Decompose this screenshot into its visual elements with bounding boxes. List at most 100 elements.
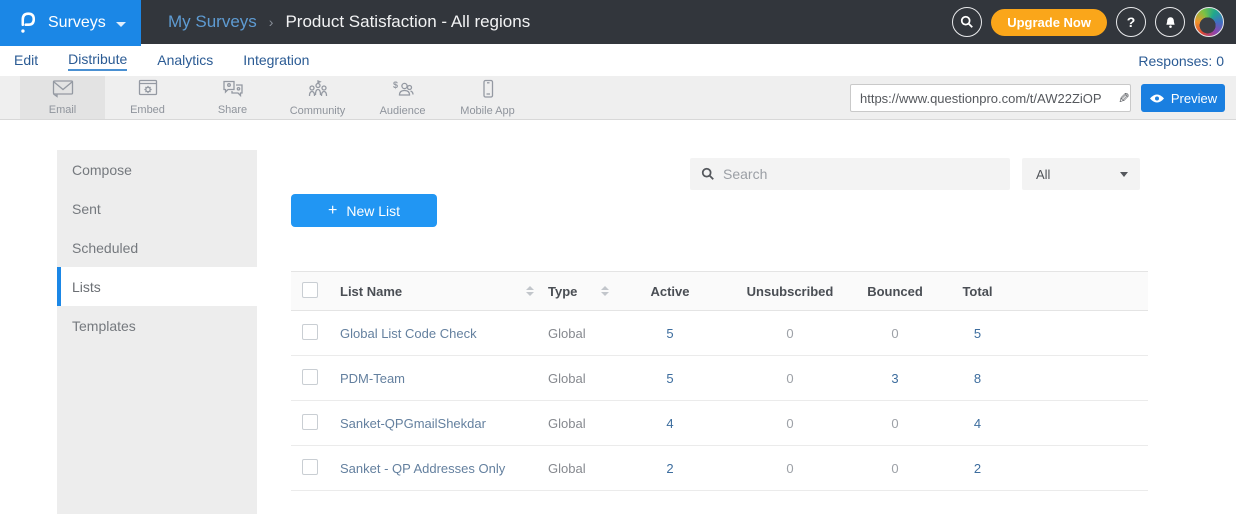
unsubscribed-count: 0: [725, 326, 855, 341]
lists-table: List Name Type Active Unsubscribed Bounc…: [291, 271, 1148, 491]
eye-icon: [1149, 93, 1165, 104]
bounced-count: 0: [855, 461, 935, 476]
channel-audience[interactable]: $ Audience: [360, 76, 445, 119]
col-total: Total: [935, 284, 1020, 299]
total-count[interactable]: 2: [935, 461, 1020, 476]
list-type: Global: [548, 326, 586, 341]
share-icon: [221, 79, 245, 103]
topbar-actions: Upgrade Now ?: [952, 0, 1224, 44]
bounced-count: 0: [855, 416, 935, 431]
total-count[interactable]: 4: [935, 416, 1020, 431]
col-active: Active: [615, 284, 725, 299]
sidebar-item-scheduled[interactable]: Scheduled: [57, 228, 257, 267]
channel-label: Embed: [130, 104, 165, 116]
channel-label: Email: [49, 104, 77, 116]
email-sidebar: Compose Sent Scheduled Lists Templates: [57, 150, 257, 514]
tab-analytics[interactable]: Analytics: [157, 52, 213, 70]
channel-share[interactable]: Share: [190, 76, 275, 119]
row-checkbox[interactable]: [302, 414, 318, 430]
tab-integration[interactable]: Integration: [243, 52, 309, 70]
list-name-link[interactable]: Sanket-QPGmailShekdar: [340, 416, 486, 431]
sidebar-item-lists[interactable]: Lists: [57, 267, 257, 306]
col-bounced: Bounced: [855, 284, 935, 299]
filter-value: All: [1036, 167, 1050, 182]
breadcrumb: My Surveys › Product Satisfaction - All …: [168, 0, 530, 44]
list-type: Global: [548, 416, 586, 431]
bounced-count: 0: [855, 326, 935, 341]
distribute-toolbar: Email Embed Share Community $ Audience: [0, 76, 1236, 120]
table-row: Global List Code Check Global 5 0 0 5: [291, 311, 1148, 356]
col-unsubscribed: Unsubscribed: [725, 284, 855, 299]
user-avatar[interactable]: [1194, 7, 1224, 37]
total-count[interactable]: 8: [935, 371, 1020, 386]
channel-mobile-app[interactable]: Mobile App: [445, 76, 530, 119]
edit-url-pencil-icon[interactable]: ✎: [1110, 90, 1130, 107]
sidebar-item-templates[interactable]: Templates: [57, 306, 257, 345]
active-count[interactable]: 5: [615, 371, 725, 386]
tab-distribute[interactable]: Distribute: [68, 51, 127, 71]
channel-label: Audience: [380, 105, 426, 117]
page-title: Product Satisfaction - All regions: [285, 12, 530, 32]
topbar: My Surveys › Product Satisfaction - All …: [0, 0, 1236, 44]
questionpro-logo-icon: [16, 9, 38, 37]
channel-label: Community: [290, 105, 346, 117]
sidebar-item-compose[interactable]: Compose: [57, 150, 257, 189]
unsubscribed-count: 0: [725, 461, 855, 476]
table-row: Sanket - QP Addresses Only Global 2 0 0 …: [291, 446, 1148, 491]
list-name-link[interactable]: Sanket - QP Addresses Only: [340, 461, 505, 476]
col-type: Type: [548, 284, 577, 299]
list-name-link[interactable]: Global List Code Check: [340, 326, 477, 341]
responses-count[interactable]: Responses: 0: [1138, 46, 1224, 76]
brand-surveys-menu[interactable]: Surveys: [0, 0, 141, 46]
new-list-label: New List: [346, 203, 400, 219]
channel-list: Email Embed Share Community $ Audience: [20, 76, 530, 119]
channel-community[interactable]: Community: [275, 76, 360, 119]
breadcrumb-separator-icon: ›: [269, 14, 274, 30]
row-checkbox[interactable]: [302, 369, 318, 385]
preview-label: Preview: [1171, 91, 1217, 106]
svg-text:$: $: [393, 80, 398, 90]
plus-icon: +: [328, 202, 337, 220]
search-icon: [701, 167, 715, 181]
active-count[interactable]: 5: [615, 326, 725, 341]
brand-label: Surveys: [48, 14, 106, 32]
table-row: PDM-Team Global 5 0 3 8: [291, 356, 1148, 401]
filter-dropdown[interactable]: All: [1022, 158, 1140, 190]
col-list-name: List Name: [340, 284, 402, 299]
channel-email[interactable]: Email: [20, 76, 105, 119]
row-checkbox[interactable]: [302, 324, 318, 340]
notifications-bell-icon[interactable]: [1155, 7, 1185, 37]
tab-edit[interactable]: Edit: [14, 52, 38, 70]
channel-label: Mobile App: [460, 105, 514, 117]
survey-url-field: ✎: [850, 84, 1131, 112]
breadcrumb-parent[interactable]: My Surveys: [168, 12, 257, 32]
bounced-count[interactable]: 3: [855, 371, 935, 386]
help-icon[interactable]: ?: [1116, 7, 1146, 37]
sort-type-icon[interactable]: [601, 286, 609, 296]
chevron-down-icon: [1120, 172, 1128, 177]
table-header-row: List Name Type Active Unsubscribed Bounc…: [291, 271, 1148, 311]
table-row: Sanket-QPGmailShekdar Global 4 0 0 4: [291, 401, 1148, 446]
list-name-link[interactable]: PDM-Team: [340, 371, 405, 386]
active-count[interactable]: 4: [615, 416, 725, 431]
search-input[interactable]: [723, 166, 1010, 182]
community-icon: [306, 79, 330, 104]
new-list-button[interactable]: + New List: [291, 194, 437, 227]
total-count[interactable]: 5: [935, 326, 1020, 341]
survey-url-input[interactable]: [851, 91, 1110, 106]
audience-icon: $: [391, 79, 415, 104]
mobile-app-icon: [481, 79, 495, 104]
search-icon[interactable]: [952, 7, 982, 37]
select-all-checkbox[interactable]: [302, 282, 318, 298]
unsubscribed-count: 0: [725, 371, 855, 386]
row-checkbox[interactable]: [302, 459, 318, 475]
sidebar-item-sent[interactable]: Sent: [57, 189, 257, 228]
preview-button[interactable]: Preview: [1141, 84, 1225, 112]
upgrade-now-button[interactable]: Upgrade Now: [991, 9, 1107, 36]
survey-tabs: Edit Distribute Analytics Integration: [0, 46, 1236, 76]
sort-list-name-icon[interactable]: [526, 286, 534, 296]
list-type: Global: [548, 461, 586, 476]
unsubscribed-count: 0: [725, 416, 855, 431]
channel-embed[interactable]: Embed: [105, 76, 190, 119]
active-count[interactable]: 2: [615, 461, 725, 476]
